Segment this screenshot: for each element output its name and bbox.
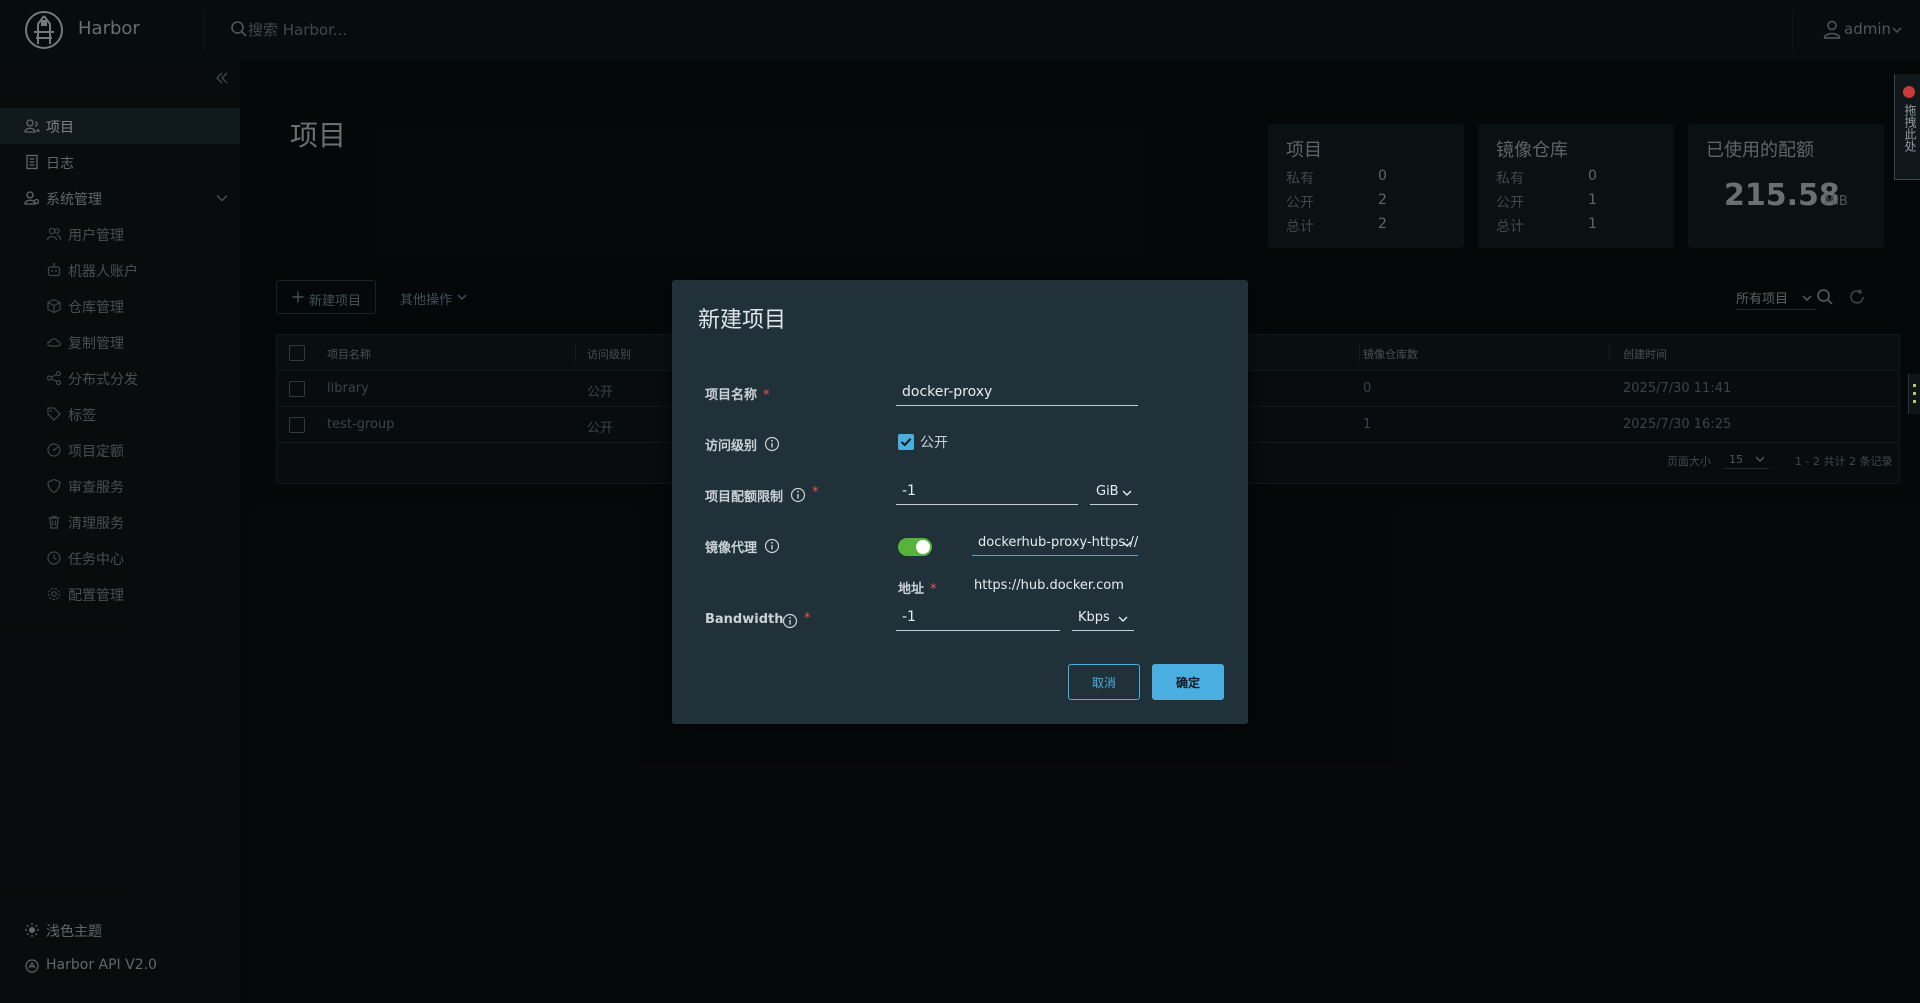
tab-dot xyxy=(1913,400,1916,403)
quota-limit-label: 项目配额限制 xyxy=(705,486,783,505)
side-drawer-tab[interactable] xyxy=(1908,374,1920,414)
chevron-down-icon xyxy=(1122,490,1132,496)
info-icon[interactable] xyxy=(790,487,806,503)
required-mark: * xyxy=(930,582,937,597)
required-mark: * xyxy=(812,485,819,500)
proxy-endpoint-value: dockerhub-proxy-https://hub.docker.com xyxy=(978,535,1138,550)
cancel-button[interactable]: 取消 xyxy=(1068,664,1140,700)
tab-dot xyxy=(1913,384,1916,387)
proxy-endpoint-select[interactable]: dockerhub-proxy-https://hub.docker.com xyxy=(972,532,1138,556)
info-icon[interactable] xyxy=(764,538,780,554)
chevron-down-icon xyxy=(1122,541,1132,547)
endpoint-address-value: https://hub.docker.com xyxy=(974,578,1124,593)
access-level-label: 访问级别 xyxy=(705,439,758,454)
project-name-label-text: 项目名称 xyxy=(705,388,758,403)
project-name-input[interactable]: docker-proxy xyxy=(896,382,1138,406)
confirm-button[interactable]: 确定 xyxy=(1152,664,1224,700)
proxy-cache-toggle[interactable] xyxy=(898,538,932,556)
required-mark: * xyxy=(804,611,811,626)
chevron-down-icon xyxy=(1118,616,1128,622)
project-name-label: 项目名称 * xyxy=(705,384,770,403)
endpoint-address-label-text: 地址 xyxy=(898,582,925,597)
public-label[interactable]: 公开 xyxy=(920,432,948,452)
dialog-title: 新建项目 xyxy=(698,308,787,333)
toggle-knob xyxy=(916,540,930,554)
tab-dot xyxy=(1913,392,1916,395)
close-icon[interactable] xyxy=(1903,86,1915,98)
required-mark: * xyxy=(763,388,770,403)
bandwidth-unit-value: Kbps xyxy=(1078,610,1110,625)
quota-unit-select[interactable]: GiB xyxy=(1090,481,1138,505)
quota-limit-label-text: 项目配额限制 xyxy=(705,490,784,505)
drag-handle-panel[interactable]: 拖拽此处 xyxy=(1894,74,1920,180)
proxy-cache-label: 镜像代理 xyxy=(705,541,758,556)
new-project-dialog: 新建项目 项目名称 * docker-proxy 访问级别 公开 项目配额限制 *… xyxy=(672,280,1248,724)
drag-handle-label: 拖拽此处 xyxy=(1903,104,1917,152)
bandwidth-label: Bandwidth xyxy=(705,612,784,627)
info-icon[interactable] xyxy=(764,436,780,452)
info-icon[interactable] xyxy=(782,613,798,629)
quota-unit-value: GiB xyxy=(1096,484,1119,499)
public-checkbox[interactable] xyxy=(898,434,914,450)
quota-limit-input[interactable]: -1 xyxy=(896,481,1078,505)
endpoint-address-label: 地址 * xyxy=(898,578,937,597)
bandwidth-unit-select[interactable]: Kbps xyxy=(1072,607,1134,631)
bandwidth-input[interactable]: -1 xyxy=(896,607,1060,631)
